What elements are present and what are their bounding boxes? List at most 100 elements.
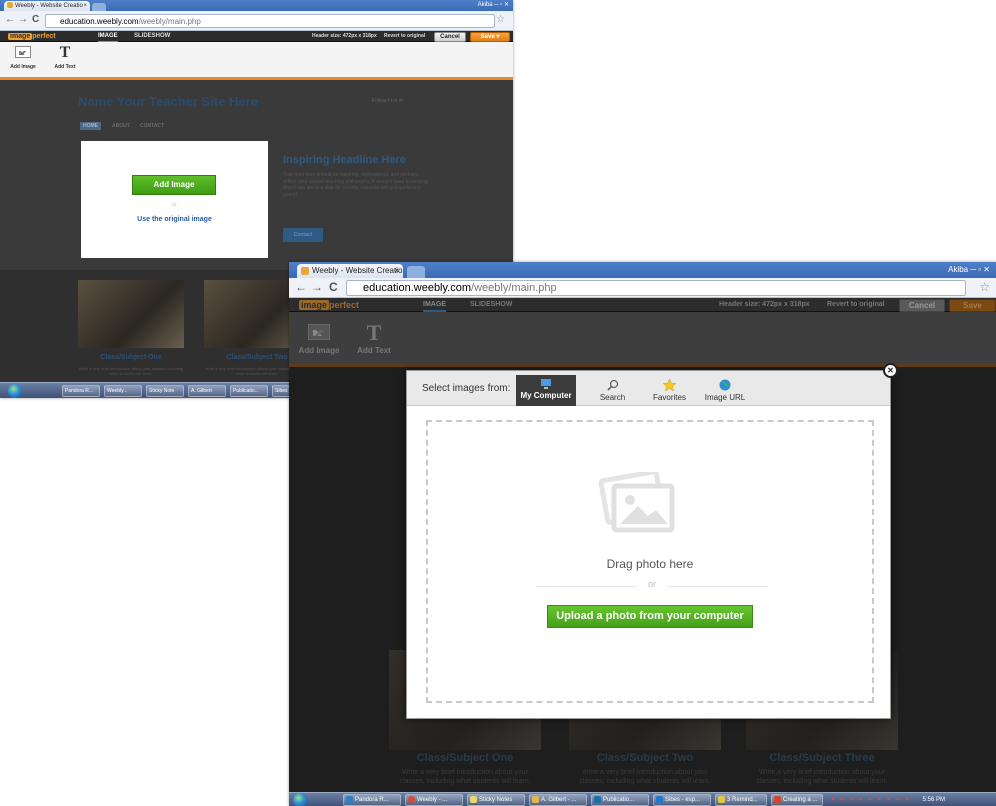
class-two-title: Class/Subject Two [596,752,694,764]
window-controls[interactable]: Akiba ─ ▫ ✕ [478,0,509,10]
taskbar-item[interactable]: A. Gilbert - ... [529,794,587,806]
nav-contact[interactable]: CONTACT [140,123,164,129]
back-arrow-icon[interactable]: ← [295,280,307,294]
drop-zone[interactable]: Drag photo here or Upload a photo from y… [426,420,874,703]
imageperfect-logo: image perfect [8,33,56,40]
class-three-desc: Write a very brief introduction about yo… [756,769,888,785]
editor-header: image perfect IMAGE SLIDESHOW Header size… [0,31,513,43]
sticky-notes-icon [470,795,477,803]
revert-link[interactable]: Revert to original [384,31,425,42]
outlook-icon [656,795,663,803]
new-tab-button[interactable] [407,266,425,278]
close-tab-icon[interactable]: × [83,1,87,11]
add-text-tool[interactable]: T Add Text [50,44,80,70]
image-picker-modal: Select images from: My Computer Search F… [406,370,891,719]
reload-icon[interactable]: C [32,14,39,25]
or-separator: or [647,579,656,589]
tab-image-url[interactable]: Image URL [697,375,753,406]
picture-icon [15,46,31,58]
start-orb-icon[interactable] [293,793,307,806]
url-field[interactable]: education.weebly.com/weebly/main.php [346,280,966,296]
add-image-button[interactable]: Add Image [132,175,216,195]
taskbar-item[interactable]: Pandora R... [62,385,100,397]
weebly-favicon [7,2,13,9]
use-original-link[interactable]: Use the original image [81,216,268,223]
contact-button[interactable]: Contact [283,228,323,242]
close-modal-icon[interactable]: ✕ [883,363,898,378]
header-size-text: Header size: 472px x 318px [719,301,810,308]
tab-image[interactable]: IMAGE [423,299,446,312]
taskbar-item[interactable]: Sticky Notes [467,794,525,806]
reminder-icon [718,795,725,803]
tab-my-computer[interactable]: My Computer [516,375,576,406]
taskbar-item[interactable]: Publicatio... [591,794,649,806]
window-controls[interactable]: Akiba ─ ▫ ✕ [948,262,990,277]
nav-about[interactable]: ABOUT [112,123,130,129]
search-icon [606,379,618,391]
site-headline: Inspiring Headline Here [283,154,406,166]
save-dropdown-icon[interactable]: ▾ [496,34,499,40]
clock[interactable]: 5:56 PM [923,797,945,803]
taskbar-item[interactable]: Weebly... [104,385,142,397]
tab-slideshow[interactable]: SLIDESHOW [470,299,512,310]
taskbar-item[interactable]: A. Gilbert [188,385,226,397]
taskbar-item[interactable]: 3 Remind... [715,794,767,806]
front-browser-tab[interactable]: Weebly - Website Creatio × [297,264,403,278]
save-button[interactable]: Save ▾ [470,32,510,42]
add-image-tool[interactable]: Add Image [8,46,38,70]
bookmark-star-icon[interactable]: ☆ [496,14,505,25]
drag-photo-text: Drag photo here [606,557,694,571]
tab-slideshow[interactable]: SLIDESHOW [134,31,170,41]
taskbar-item[interactable]: Creating a ... [771,794,823,806]
explorer-icon [532,795,539,803]
star-icon [663,379,676,391]
save-button[interactable]: Save [949,299,996,312]
add-text-tool[interactable]: T Add Text [352,320,396,355]
back-browser-tab[interactable]: Weebly - Website Creatio × [4,1,90,11]
globe-icon [719,379,731,391]
tab-search[interactable]: Search [585,375,640,406]
taskbar-item[interactable]: Pandora R... [343,794,401,806]
nav-home[interactable]: HOME [80,122,101,130]
site-title: Name Your Teacher Site Here [78,94,258,109]
taskbar-item[interactable]: Sibes - esp... [653,794,711,806]
add-image-tool[interactable]: Add Image [297,324,341,355]
class-one-photo [78,280,184,348]
image-placeholder: Add Image or Use the original image [81,141,268,258]
url-field[interactable]: education.weebly.com/weebly/main.php [45,14,495,28]
front-address-bar: ← → C education.weebly.com/weebly/main.p… [289,278,996,298]
revert-link[interactable]: Revert to original [827,298,885,312]
taskbar-item[interactable]: Publicatio... [230,385,268,397]
new-tab-button[interactable] [92,3,106,11]
close-tab-icon[interactable]: × [394,264,399,278]
start-orb-icon[interactable] [8,384,22,398]
social-links[interactable]: Follow f t in ✉ [372,98,403,104]
forward-arrow-icon[interactable]: → [311,280,323,294]
or-separator: or [171,202,178,208]
back-arrow-icon[interactable]: ← [5,14,15,25]
class-one-desc: Write a very brief introduction about yo… [399,769,531,785]
select-images-label: Select images from: [422,383,511,394]
front-tab-bar: Weebly - Website Creatio × Akiba ─ ▫ ✕ [289,262,996,278]
reload-icon[interactable]: C [329,280,338,294]
taskbar-item[interactable]: Sticky Note [146,385,184,397]
text-t-icon: T [59,44,71,61]
cancel-button[interactable]: Cancel [434,32,466,42]
forward-arrow-icon[interactable]: → [18,14,28,25]
url-host: education.weebly.com [363,282,472,294]
tab-favorites[interactable]: Favorites [642,375,697,406]
or-divider-right [668,586,768,587]
upload-from-computer-button[interactable]: Upload a photo from your computer [547,605,753,628]
bookmark-star-icon[interactable]: ☆ [979,280,990,294]
photo-placeholder-icon [598,472,675,533]
editor-header: image perfect IMAGE SLIDESHOW Header size… [289,298,996,312]
tray-icons[interactable]: ● ● ● ● ● ● ● ● ● [831,797,911,803]
url-path: /weebly/main.php [138,17,201,26]
url-path: /weebly/main.php [471,282,557,294]
taskbar-item[interactable]: Weebly - ... [405,794,463,806]
tab-title: Weebly - Website Creatio [312,266,403,275]
or-divider-left [536,586,636,587]
url-host: education.weebly.com [60,17,139,26]
cancel-button[interactable]: Cancel [899,299,945,312]
class-three-title: Class/Subject Three [769,752,875,764]
